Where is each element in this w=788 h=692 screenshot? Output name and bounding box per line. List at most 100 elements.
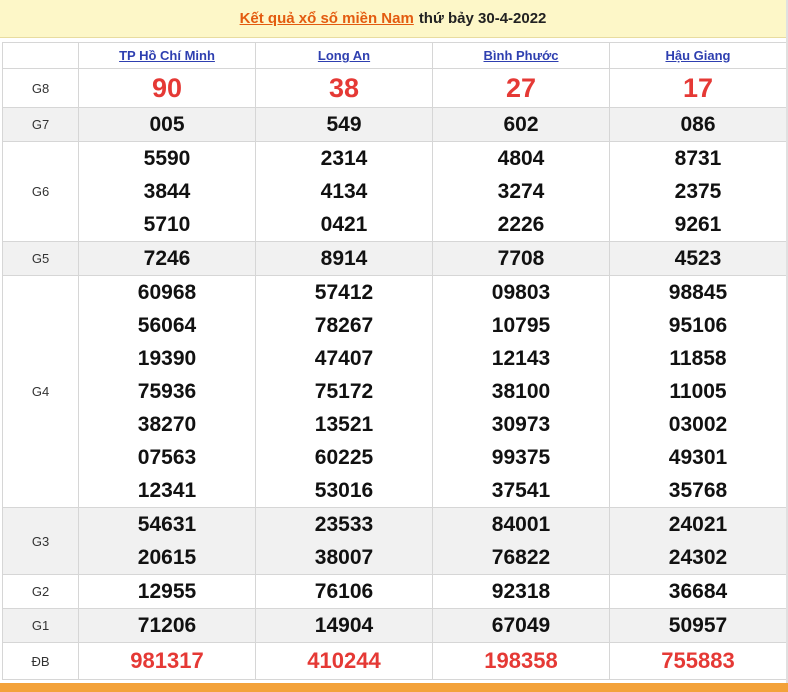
prize-cell: 09803 10795 12143 38100 30973 99375 37541 [432,275,610,508]
prize-number: 12143 [491,347,551,370]
province-long-an-link[interactable]: Long An [255,42,433,69]
prize-label: G4 [2,275,79,508]
prize-cell: 27 [432,68,610,108]
prize-cell: 086 [609,107,787,142]
prize-cell: 23533 38007 [255,507,433,575]
prize-number: 005 [149,113,185,136]
prize-number: 60225 [314,446,374,469]
prize-row-g7: G7 005 549 602 086 [2,107,787,142]
prize-number: 12955 [137,580,197,603]
prize-cell: 67049 [432,608,610,643]
prize-cell: 12955 [78,574,256,609]
prize-cell: 71206 [78,608,256,643]
prize-cell: 60968 56064 19390 75936 38270 07563 12341 [78,275,256,508]
prize-cell: 5590 3844 5710 [78,141,256,242]
prize-number: 0421 [320,213,368,236]
prize-number: 2226 [497,213,545,236]
prize-cell: 410244 [255,642,433,680]
province-binh-phuoc-link[interactable]: Bình Phước [432,42,610,69]
prize-cell: 90 [78,68,256,108]
prize-number: 12341 [137,479,197,502]
prize-label: ĐB [2,642,79,680]
prize-cell: 198358 [432,642,610,680]
prize-number: 09803 [491,281,551,304]
prize-cell: 57412 78267 47407 75172 13521 60225 53016 [255,275,433,508]
prize-number: 981317 [130,648,204,673]
prize-number: 7708 [497,247,545,270]
prize-cell: 8914 [255,241,433,276]
prize-number: 75172 [314,380,374,403]
province-header-row: TP Hồ Chí Minh Long An Bình Phước Hậu Gi… [2,42,787,69]
prize-label: G8 [2,68,79,108]
prize-cell: 50957 [609,608,787,643]
prize-number: 14904 [314,614,374,637]
prize-number: 8914 [320,247,368,270]
prize-cell: 602 [432,107,610,142]
prize-cell: 2314 4134 0421 [255,141,433,242]
prize-row-g1: G1 71206 14904 67049 50957 [2,608,787,643]
prize-number: 8731 [674,147,722,170]
prize-number: 76106 [314,580,374,603]
prize-number: 60968 [137,281,197,304]
prize-number: 20615 [137,546,197,569]
prize-number: 50957 [668,614,728,637]
prize-cell: 549 [255,107,433,142]
prize-number: 35768 [668,479,728,502]
prize-number: 99375 [491,446,551,469]
prize-number: 17 [682,73,714,103]
prize-row-g6: G6 5590 3844 5710 2314 4134 0421 4804 3274 2226 87… [2,141,787,242]
prize-number: 38270 [137,413,197,436]
prize-cell: 14904 [255,608,433,643]
footer-bar [0,683,788,692]
prize-number: 27 [505,73,537,103]
prize-number: 92318 [491,580,551,603]
prize-number: 24021 [668,513,728,536]
prize-number: 07563 [137,446,197,469]
prize-number: 49301 [668,446,728,469]
prize-cell: 7708 [432,241,610,276]
prize-number: 71206 [137,614,197,637]
prize-number: 53016 [314,479,374,502]
prize-number: 47407 [314,347,374,370]
prize-row-đb: ĐB 981317 410244 198358 755883 [2,642,787,680]
prize-number: 410244 [307,648,381,673]
prize-number: 10795 [491,314,551,337]
prize-number: 54631 [137,513,197,536]
prize-number: 24302 [668,546,728,569]
prize-row-g3: G3 54631 20615 23533 38007 84001 76822 24021 243… [2,507,787,575]
prize-cell: 54631 20615 [78,507,256,575]
prize-number: 9261 [674,213,722,236]
prize-number: 37541 [491,479,551,502]
prize-number: 4134 [320,180,368,203]
province-hau-giang-link[interactable]: Hậu Giang [609,42,787,69]
prize-number: 84001 [491,513,551,536]
prize-cell: 76106 [255,574,433,609]
prize-cell: 17 [609,68,787,108]
prize-number: 90 [151,73,183,103]
prize-number: 2375 [674,180,722,203]
prize-number: 30973 [491,413,551,436]
prize-number: 38007 [314,546,374,569]
prize-label: G7 [2,107,79,142]
prize-number: 4523 [674,247,722,270]
prize-row-g5: G5 7246 8914 7708 4523 [2,241,787,276]
prize-label: G1 [2,608,79,643]
prize-number: 11005 [669,380,727,403]
prize-cell: 981317 [78,642,256,680]
prize-number: 38100 [491,380,551,403]
prize-number: 5710 [143,213,191,236]
prize-cell: 4523 [609,241,787,276]
result-title-link[interactable]: Kết quả xổ số miền Nam [240,10,414,27]
prize-number: 67049 [491,614,551,637]
prize-cell: 38 [255,68,433,108]
province-hcm-link[interactable]: TP Hồ Chí Minh [78,42,256,69]
prize-label: G5 [2,241,79,276]
prize-number: 23533 [314,513,374,536]
prize-number: 5590 [143,147,191,170]
prize-number: 7246 [143,247,191,270]
prize-number: 03002 [668,413,728,436]
prize-cell: 24021 24302 [609,507,787,575]
prize-number: 198358 [484,648,558,673]
prize-cell: 36684 [609,574,787,609]
prize-number: 755883 [661,648,735,673]
